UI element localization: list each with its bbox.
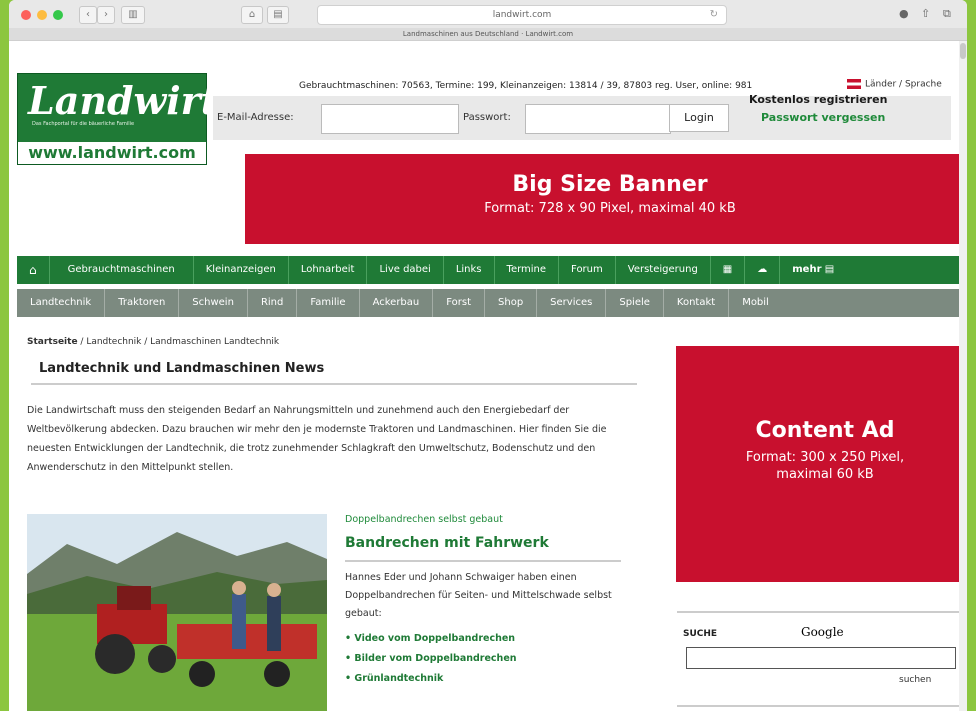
- google-logo: Google: [801, 625, 844, 639]
- feature-divider: [345, 560, 621, 562]
- address-bar[interactable]: landwirt.com ↻: [317, 5, 727, 25]
- feature-link-gruenland[interactable]: Grünlandtechnik: [345, 669, 517, 689]
- subnav-forst[interactable]: Forst: [433, 289, 486, 317]
- window-controls: [21, 10, 63, 20]
- subnav-rind[interactable]: Rind: [248, 289, 298, 317]
- email-label: E-Mail-Adresse:: [217, 112, 294, 123]
- subnav-ackerbau[interactable]: Ackerbau: [360, 289, 434, 317]
- banner-title: Big Size Banner: [512, 172, 708, 197]
- subnav-landtechnik[interactable]: Landtechnik: [17, 289, 106, 317]
- forward-button[interactable]: ›: [97, 6, 115, 24]
- subnav-mobil[interactable]: Mobil: [729, 289, 782, 317]
- browser-window: ‹ › ▥ ⌂ ▤ landwirt.com ↻ ● ⇧ ⧉ Landmasch…: [9, 0, 967, 711]
- nav-more[interactable]: mehr ▤: [780, 256, 846, 284]
- logo-url: www.landwirt.com: [18, 142, 206, 164]
- feature-link-bilder[interactable]: Bilder vom Doppelbandrechen: [345, 649, 516, 669]
- register-link[interactable]: Kostenlos registrieren: [749, 93, 887, 106]
- tab-title[interactable]: Landmaschinen aus Deutschland · Landwirt…: [9, 28, 967, 40]
- subnav-traktoren[interactable]: Traktoren: [105, 289, 180, 317]
- content-ad[interactable]: Content Ad Format: 300 x 250 Pixel, maxi…: [676, 346, 967, 582]
- austria-flag-icon: [847, 79, 861, 89]
- nav-termine[interactable]: Termine: [495, 256, 560, 284]
- nav-forum[interactable]: Forum: [559, 256, 616, 284]
- feature-link-video[interactable]: Video vom Doppelbandrechen: [345, 629, 517, 649]
- scrollbar-thumb[interactable]: [960, 43, 966, 59]
- feature-title[interactable]: Bandrechen mit Fahrwerk: [345, 535, 549, 551]
- tractor-photo-illustration: [27, 514, 327, 711]
- close-window-icon[interactable]: [21, 10, 31, 20]
- subnav-services[interactable]: Services: [537, 289, 607, 317]
- site-stats: Gebrauchtmaschinen: 70563, Termine: 199,…: [299, 81, 753, 91]
- breadcrumb: Startseite / Landtechnik / Landmaschinen…: [27, 337, 279, 347]
- sidebar-icon[interactable]: ▥: [121, 6, 145, 24]
- breadcrumb-home[interactable]: Startseite: [27, 337, 78, 347]
- language-label: Länder / Sprache: [865, 79, 942, 90]
- nav-live-dabei[interactable]: Live dabei: [367, 256, 444, 284]
- nav-versteigerung[interactable]: Versteigerung: [616, 256, 711, 284]
- email-input[interactable]: [321, 104, 459, 134]
- breadcrumb-path: / Landtechnik / Landmaschinen Landtechni…: [77, 337, 280, 347]
- intro-text: Die Landwirtschaft muss den steigenden B…: [27, 405, 607, 473]
- maximize-window-icon[interactable]: [53, 10, 63, 20]
- nav-kleinanzeigen[interactable]: Kleinanzeigen: [194, 256, 289, 284]
- logo-text: Landwirt: [28, 78, 219, 123]
- password-label: Passwort:: [463, 112, 511, 123]
- feature-links: Video vom Doppelbandrechen Bilder vom Do…: [345, 629, 517, 689]
- scrollbar[interactable]: [959, 41, 967, 711]
- calendar-icon[interactable]: ▦: [711, 256, 746, 284]
- search-button[interactable]: suchen: [899, 675, 931, 685]
- home-icon[interactable]: ⌂: [241, 6, 263, 24]
- big-size-banner[interactable]: Big Size Banner Format: 728 x 90 Pixel, …: [245, 154, 967, 244]
- home-icon[interactable]: ⌂: [17, 256, 50, 284]
- weather-icon[interactable]: ☁: [745, 256, 781, 284]
- subnav-spiele[interactable]: Spiele: [606, 289, 664, 317]
- web-page: Landwirt Das Fachportal für die bäuerlic…: [9, 41, 967, 711]
- subnav-familie[interactable]: Familie: [297, 289, 360, 317]
- reload-icon[interactable]: ↻: [710, 6, 718, 24]
- subnav-schwein[interactable]: Schwein: [179, 289, 248, 317]
- content-ad-subtitle: Format: 300 x 250 Pixel, maximal 60 kB: [745, 450, 905, 482]
- browser-toolbar: ‹ › ▥ ⌂ ▤ landwirt.com ↻ ● ⇧ ⧉ Landmasch…: [9, 0, 967, 41]
- search-box: SUCHE Google suchen: [677, 611, 961, 707]
- sub-navigation: Landtechnik Traktoren Schwein Rind Famil…: [17, 289, 967, 317]
- banner-subtitle: Format: 728 x 90 Pixel, maximal 40 kB: [484, 201, 736, 216]
- search-input[interactable]: [686, 647, 956, 669]
- nav-links[interactable]: Links: [444, 256, 495, 284]
- minimize-window-icon[interactable]: [37, 10, 47, 20]
- tabs-icon[interactable]: ⧉: [943, 7, 951, 21]
- title-divider: [31, 383, 637, 385]
- downloads-icon[interactable]: ●: [899, 7, 909, 20]
- feature-photo[interactable]: [27, 514, 327, 711]
- subnav-shop[interactable]: Shop: [485, 289, 538, 317]
- more-label: mehr: [792, 264, 822, 275]
- page-title: Landtechnik und Landmaschinen News: [39, 361, 325, 376]
- back-button[interactable]: ‹: [79, 6, 97, 24]
- feature-text: Hannes Eder und Johann Schwaiger haben e…: [345, 572, 612, 619]
- url-text: landwirt.com: [492, 10, 552, 20]
- feature-kicker[interactable]: Doppelbandrechen selbst gebaut: [345, 514, 503, 525]
- site-logo[interactable]: Landwirt Das Fachportal für die bäuerlic…: [17, 73, 218, 165]
- main-navigation: ⌂ Gebrauchtmaschinen Kleinanzeigen Lohna…: [17, 256, 967, 284]
- menu-icon: ▤: [824, 264, 835, 275]
- content-ad-title: Content Ad: [755, 418, 895, 443]
- language-selector[interactable]: Länder / Sprache: [847, 79, 942, 90]
- share-icon[interactable]: ⇧: [921, 7, 930, 20]
- forgot-password-link[interactable]: Passwort vergessen: [761, 111, 885, 124]
- nav-lohnarbeit[interactable]: Lohnarbeit: [289, 256, 368, 284]
- password-input[interactable]: [525, 104, 671, 134]
- login-button[interactable]: Login: [669, 104, 729, 132]
- nav-gebrauchtmaschinen[interactable]: Gebrauchtmaschinen: [50, 256, 194, 284]
- logo-tagline: Das Fachportal für die bäuerliche Famili…: [32, 121, 135, 127]
- search-label: SUCHE: [683, 629, 718, 639]
- subnav-kontakt[interactable]: Kontakt: [664, 289, 730, 317]
- reader-icon[interactable]: ▤: [267, 6, 289, 24]
